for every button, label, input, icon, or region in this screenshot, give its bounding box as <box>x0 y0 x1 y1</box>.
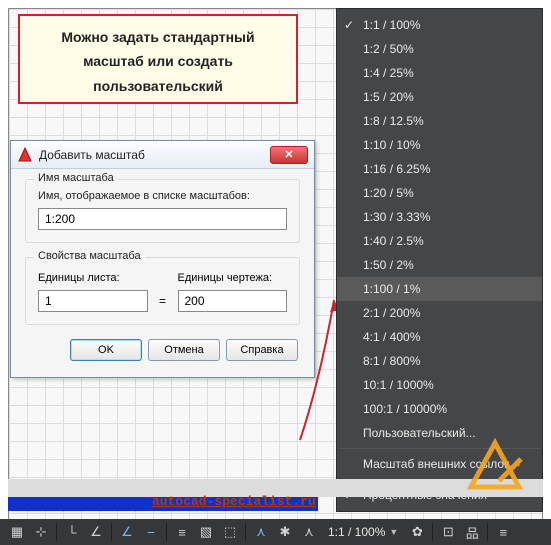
annotation-icon[interactable]: ⋏ <box>250 522 272 542</box>
menu-item-label: 1:30 / 3.33% <box>363 210 430 224</box>
dialog-body: Имя масштаба Имя, отображаемое в списке … <box>11 169 314 377</box>
menu-item-label: 1:5 / 20% <box>363 90 414 104</box>
scale-name-input[interactable] <box>38 208 287 230</box>
hardware-icon[interactable]: 品 <box>461 522 483 542</box>
scale-menu-item[interactable]: ✓ 1:1 / 100% <box>337 13 542 37</box>
note-line: Можно задать стандартный <box>61 29 254 45</box>
scale-menu-item[interactable]: 1:5 / 20% <box>337 85 542 109</box>
help-button[interactable]: Справка <box>226 339 298 361</box>
scale-menu-item[interactable]: 1:16 / 6.25% <box>337 157 542 181</box>
group-legend: Имя масштаба <box>34 172 118 184</box>
note-line: масштаб или создать <box>83 53 233 69</box>
add-scale-dialog: Добавить масштаб ✕ Имя масштаба Имя, ото… <box>10 140 315 378</box>
scale-menu-item[interactable]: 100:1 / 10000% <box>337 397 542 421</box>
current-scale[interactable]: 1:1 / 100% ▼ <box>322 525 404 539</box>
sheet-units-input[interactable] <box>38 290 148 312</box>
scale-menu-item[interactable]: 1:30 / 3.33% <box>337 205 542 229</box>
scale-list-icon[interactable]: ⋏ <box>298 522 320 542</box>
linetype-icon[interactable]: ⎯ <box>140 522 162 542</box>
cycling-icon[interactable]: ⬚ <box>219 522 241 542</box>
menu-item-label: 8:1 / 800% <box>363 354 420 368</box>
status-bar: ▦ ⊹ └ ∠ ∠ ⎯ ≡ ▧ ⬚ ⋏ ✱ ⋏ 1:1 / 100% ▼ ✿ ⊡… <box>0 519 551 545</box>
menu-item-label: 1:1 / 100% <box>363 18 420 32</box>
menu-item-label: 2:1 / 200% <box>363 306 420 320</box>
scale-menu-item[interactable]: 1:4 / 25% <box>337 61 542 85</box>
menu-item-label: 1:50 / 2% <box>363 258 414 272</box>
snap-icon[interactable]: ⊹ <box>30 522 52 542</box>
scale-menu-item[interactable]: 4:1 / 400% <box>337 325 542 349</box>
scale-menu-item[interactable]: 1:100 / 1% <box>337 277 542 301</box>
ok-button[interactable]: OK <box>70 339 142 361</box>
scale-menu-item[interactable]: 1:2 / 50% <box>337 37 542 61</box>
menu-item-label: 4:1 / 400% <box>363 330 420 344</box>
auto-scale-icon[interactable]: ✱ <box>274 522 296 542</box>
note-line: пользовательский <box>93 78 223 94</box>
check-icon: ✓ <box>344 18 354 32</box>
group-scale-props: Свойства масштаба Единицы листа: = Едини… <box>25 257 300 325</box>
equals-sign: = <box>156 294 170 308</box>
osnap-icon[interactable]: ∠ <box>116 522 138 542</box>
scale-menu-item[interactable]: 8:1 / 800% <box>337 349 542 373</box>
dialog-title: Добавить масштаб <box>39 148 145 162</box>
isolate-icon[interactable]: ⊡ <box>437 522 459 542</box>
menu-item-label: 1:8 / 12.5% <box>363 114 424 128</box>
scale-menu-item[interactable]: 1:20 / 5% <box>337 181 542 205</box>
menu-item-label: 1:100 / 1% <box>363 282 420 296</box>
site-url[interactable]: autocad-specialist.ru <box>152 494 316 509</box>
sheet-units-label: Единицы листа: <box>38 272 148 284</box>
scale-menu-item[interactable]: 2:1 / 200% <box>337 301 542 325</box>
menu-item-label: 1:2 / 50% <box>363 42 414 56</box>
menu-item-label: 1:40 / 2.5% <box>363 234 424 248</box>
annotation-note: Можно задать стандартный масштаб или соз… <box>18 14 298 104</box>
menu-item-label: 1:20 / 5% <box>363 186 414 200</box>
menu-item-label: 1:4 / 25% <box>363 66 414 80</box>
scale-menu-item[interactable]: 1:50 / 2% <box>337 253 542 277</box>
logo-watermark <box>461 437 529 493</box>
scale-menu-item[interactable]: 1:10 / 10% <box>337 133 542 157</box>
scale-name-label: Имя, отображаемое в списке масштабов: <box>38 190 287 202</box>
scale-menu-item[interactable]: 10:1 / 1000% <box>337 373 542 397</box>
grid-icon[interactable]: ▦ <box>6 522 28 542</box>
ortho-icon[interactable]: └ <box>61 522 83 542</box>
close-button[interactable]: ✕ <box>270 146 308 164</box>
menu-item-label: Пользовательский... <box>363 426 476 440</box>
menu-item-label: 1:16 / 6.25% <box>363 162 430 176</box>
customize-icon[interactable]: ≡ <box>492 522 514 542</box>
polar-icon[interactable]: ∠ <box>85 522 107 542</box>
drawing-units-label: Единицы чертежа: <box>178 272 288 284</box>
group-scale-name: Имя масштаба Имя, отображаемое в списке … <box>25 179 300 243</box>
lineweight-icon[interactable]: ≡ <box>171 522 193 542</box>
dialog-titlebar[interactable]: Добавить масштаб ✕ <box>11 141 314 169</box>
close-icon: ✕ <box>284 148 293 161</box>
scale-menu-item[interactable]: 1:40 / 2.5% <box>337 229 542 253</box>
menu-item-label: 100:1 / 10000% <box>363 402 447 416</box>
scale-menu-item[interactable]: 1:8 / 12.5% <box>337 109 542 133</box>
chevron-down-icon: ▼ <box>389 527 398 537</box>
transparency-icon[interactable]: ▧ <box>195 522 217 542</box>
group-legend: Свойства масштаба <box>34 250 145 262</box>
menu-item-label: 1:10 / 10% <box>363 138 420 152</box>
gear-icon[interactable]: ✿ <box>406 522 428 542</box>
menu-item-label: 10:1 / 1000% <box>363 378 434 392</box>
drawing-units-input[interactable] <box>178 290 288 312</box>
app-icon <box>17 147 33 163</box>
cancel-button[interactable]: Отмена <box>148 339 220 361</box>
